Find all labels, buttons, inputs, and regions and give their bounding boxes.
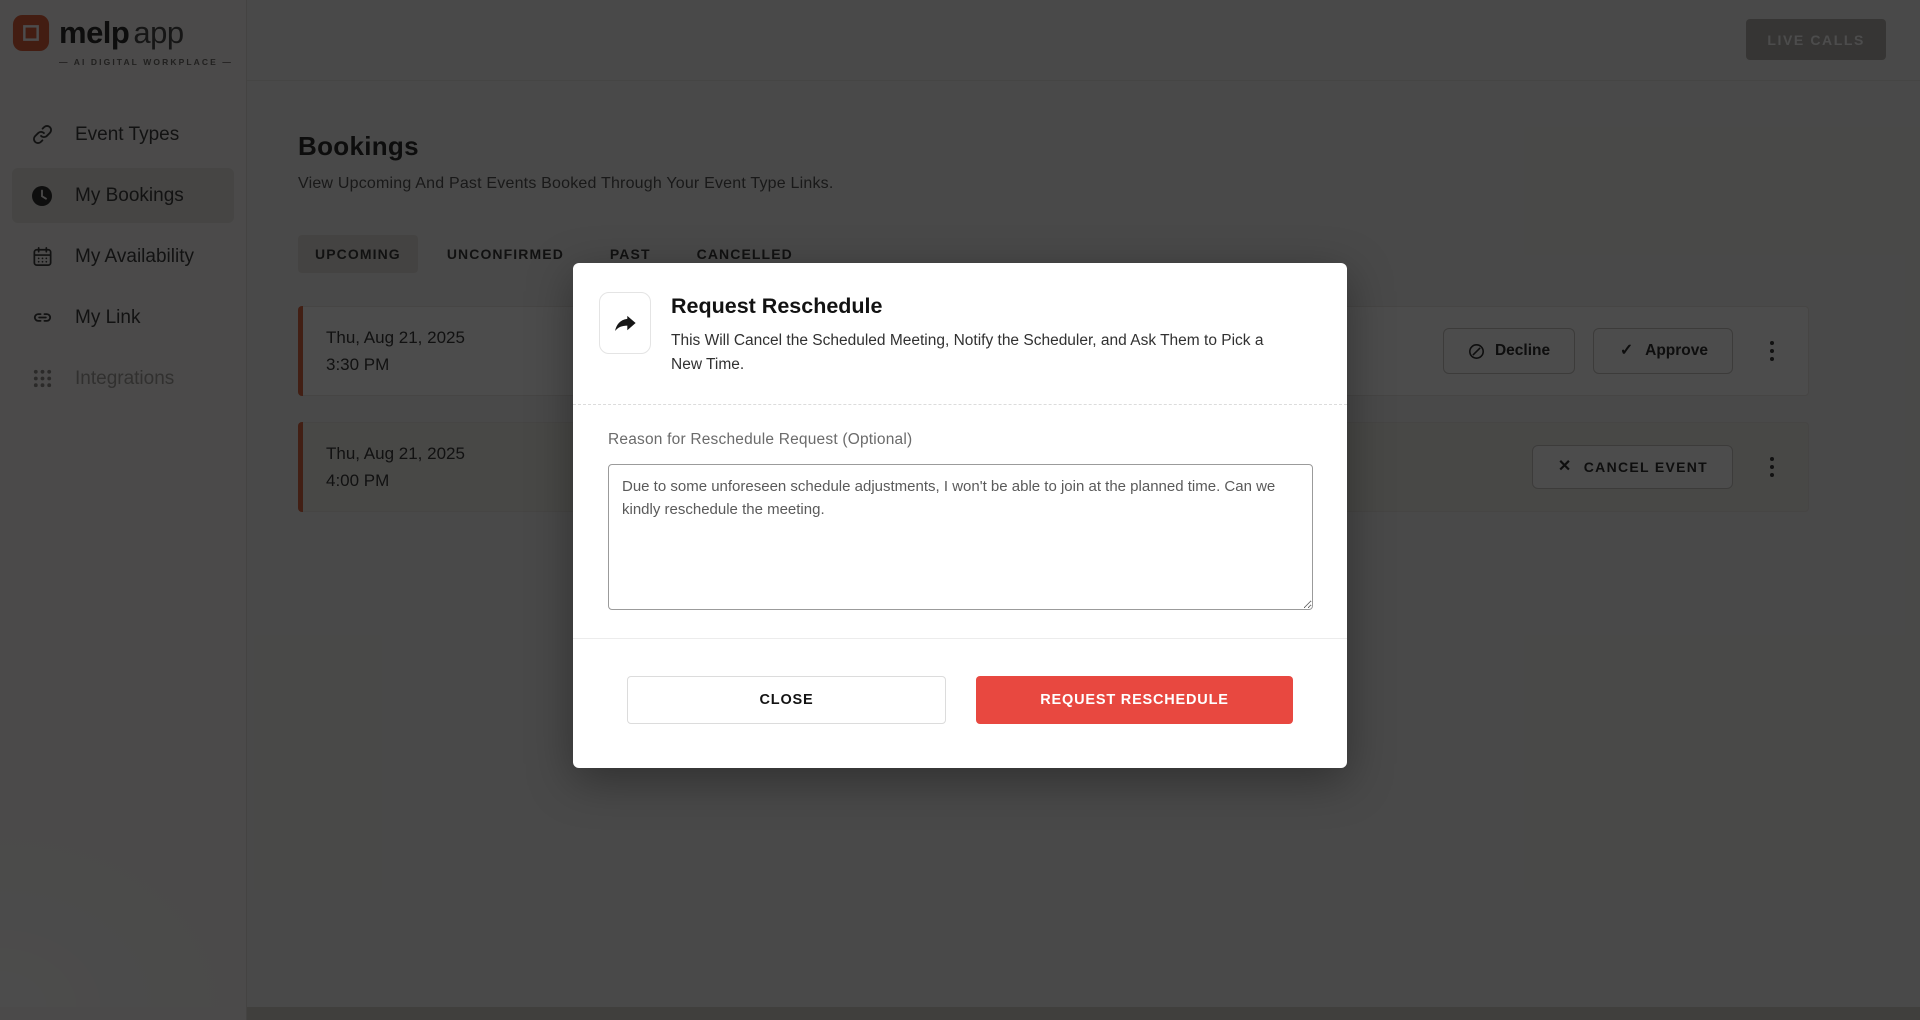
modal-header-text: Request Reschedule This Will Cancel the … — [671, 292, 1281, 377]
modal-title: Request Reschedule — [671, 294, 883, 318]
forward-arrow-icon — [614, 315, 636, 331]
reason-label: Reason for Reschedule Request (Optional) — [608, 431, 913, 449]
modal-description: This Will Cancel the Scheduled Meeting, … — [671, 332, 1264, 374]
modal-icon-box — [599, 292, 651, 354]
modal-header: Request Reschedule This Will Cancel the … — [573, 263, 1347, 406]
request-reschedule-button[interactable]: REQUEST RESCHEDULE — [976, 676, 1293, 725]
request-reschedule-modal: Request Reschedule This Will Cancel the … — [573, 263, 1347, 769]
reason-textarea[interactable] — [608, 464, 1313, 611]
modal-footer: CLOSE REQUEST RESCHEDULE — [573, 638, 1347, 768]
modal-body: Reason for Reschedule Request (Optional) — [573, 405, 1347, 638]
close-button[interactable]: CLOSE — [627, 676, 946, 725]
